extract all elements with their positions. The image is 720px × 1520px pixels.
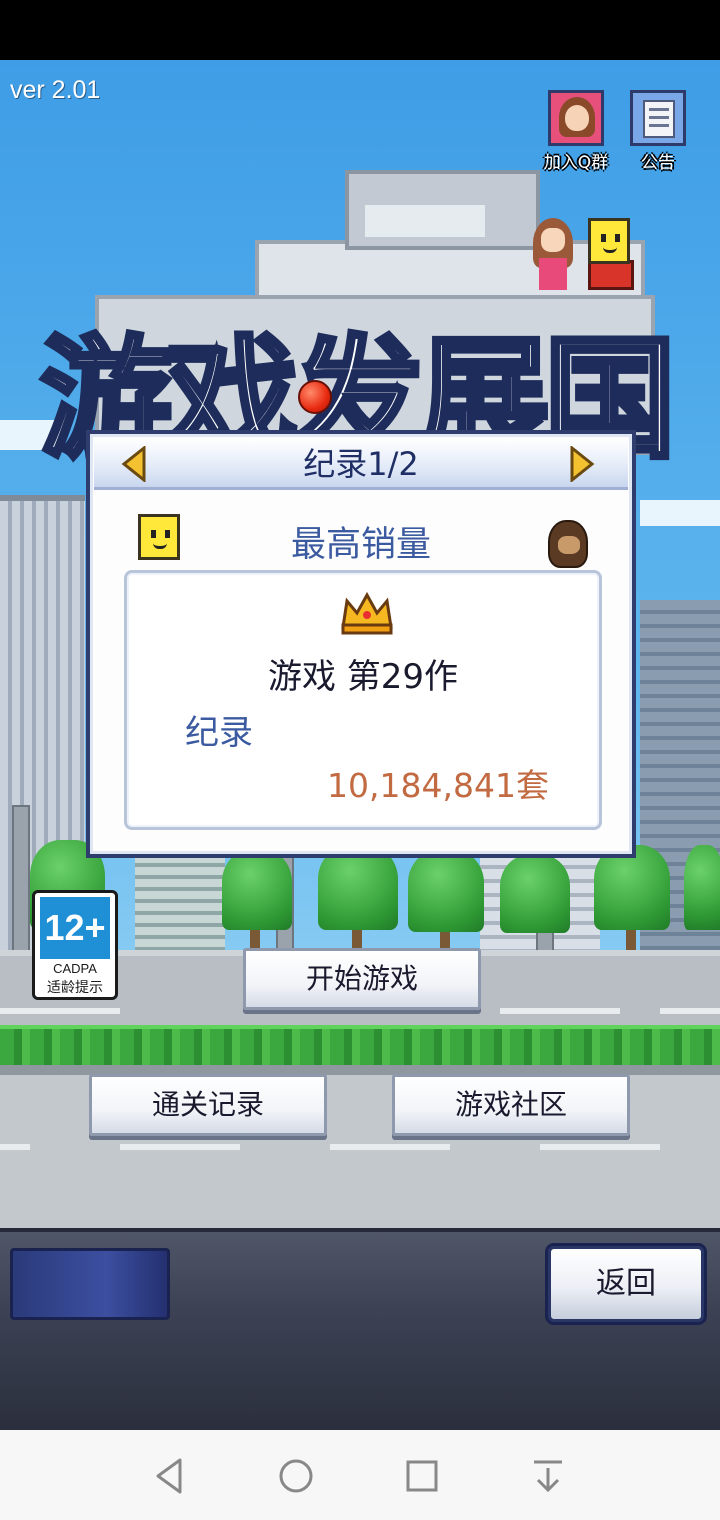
section-title: 最高销量 <box>290 525 431 565</box>
age-rating-number: 12+ <box>40 897 110 959</box>
clear-records-button[interactable]: 通关记录 <box>89 1074 327 1136</box>
notice-button[interactable]: 公告 <box>618 90 698 180</box>
document-line <box>649 124 669 127</box>
road-marking <box>330 1144 450 1150</box>
dialog-title: 纪录1/2 <box>303 445 419 483</box>
game-community-button[interactable]: 游戏社区 <box>392 1074 630 1136</box>
record-card: 游戏 第29作 纪录 10,184,841套 <box>124 570 602 830</box>
eye <box>601 234 606 242</box>
background-building <box>135 855 225 955</box>
cloud <box>640 500 720 526</box>
collapse-down-icon[interactable] <box>526 1454 570 1498</box>
road-marking <box>660 1008 720 1014</box>
tree <box>222 850 292 930</box>
record-game-name: 游戏 第29作 <box>267 657 459 697</box>
game-screen: ver 2.01 加入Q群 公告 游戏发展国 纪录1/2 最高销量 游戏 第29… <box>0 60 720 1430</box>
join-group-button[interactable]: 加入Q群 <box>536 90 616 180</box>
girl-portrait-icon <box>548 90 604 146</box>
girl-face <box>541 228 565 252</box>
road-marking <box>120 1144 240 1150</box>
back-button[interactable]: 返回 <box>548 1246 704 1322</box>
arrow-right-icon[interactable] <box>564 444 598 484</box>
system-nav-bar <box>0 1430 720 1520</box>
age-rating-org: CADPA <box>53 961 97 976</box>
bottom-info-panel <box>10 1248 170 1320</box>
square-recents-icon[interactable] <box>400 1454 444 1498</box>
kairobot-character <box>588 218 630 264</box>
logo-ball <box>298 380 332 414</box>
version-label: ver 2.01 <box>10 76 101 104</box>
tree <box>684 845 720 930</box>
document-icon <box>630 90 686 146</box>
circle-home-icon[interactable] <box>274 1454 318 1498</box>
eye <box>615 234 620 242</box>
arrow-left-icon[interactable] <box>118 444 152 484</box>
notice-label: 公告 <box>641 153 675 173</box>
kairobot-body <box>588 260 634 290</box>
triangle-back-icon[interactable] <box>148 1454 192 1498</box>
crown-icon <box>339 591 395 635</box>
road-marking <box>500 1008 620 1014</box>
street-pole <box>12 805 30 955</box>
document-line <box>649 116 669 119</box>
road-marking <box>0 1008 120 1014</box>
document-sheet <box>643 100 675 138</box>
road-marking <box>540 1144 660 1150</box>
mouth <box>603 247 617 253</box>
join-group-label: 加入Q群 <box>543 153 609 173</box>
road-marking <box>0 1144 30 1150</box>
dialog-header: 纪录1/2 <box>94 438 628 490</box>
record-value: 10,184,841套 <box>327 766 549 805</box>
age-rating-tip: 适龄提示 <box>47 980 103 996</box>
building-window <box>365 205 485 237</box>
tree <box>500 855 570 933</box>
girl-dress <box>539 258 567 290</box>
start-game-button[interactable]: 开始游戏 <box>243 948 481 1010</box>
record-label: 纪录 <box>185 713 253 753</box>
girl-character <box>533 218 573 290</box>
records-dialog: 纪录1/2 最高销量 游戏 第29作 纪录 10,184,841套 <box>86 430 636 858</box>
document-line <box>649 108 669 111</box>
hedge <box>0 1025 720 1067</box>
status-bar <box>0 0 720 60</box>
age-rating-badge: 12+ CADPA 适龄提示 <box>32 890 118 1000</box>
girl-face <box>565 105 589 131</box>
tree <box>408 850 484 932</box>
